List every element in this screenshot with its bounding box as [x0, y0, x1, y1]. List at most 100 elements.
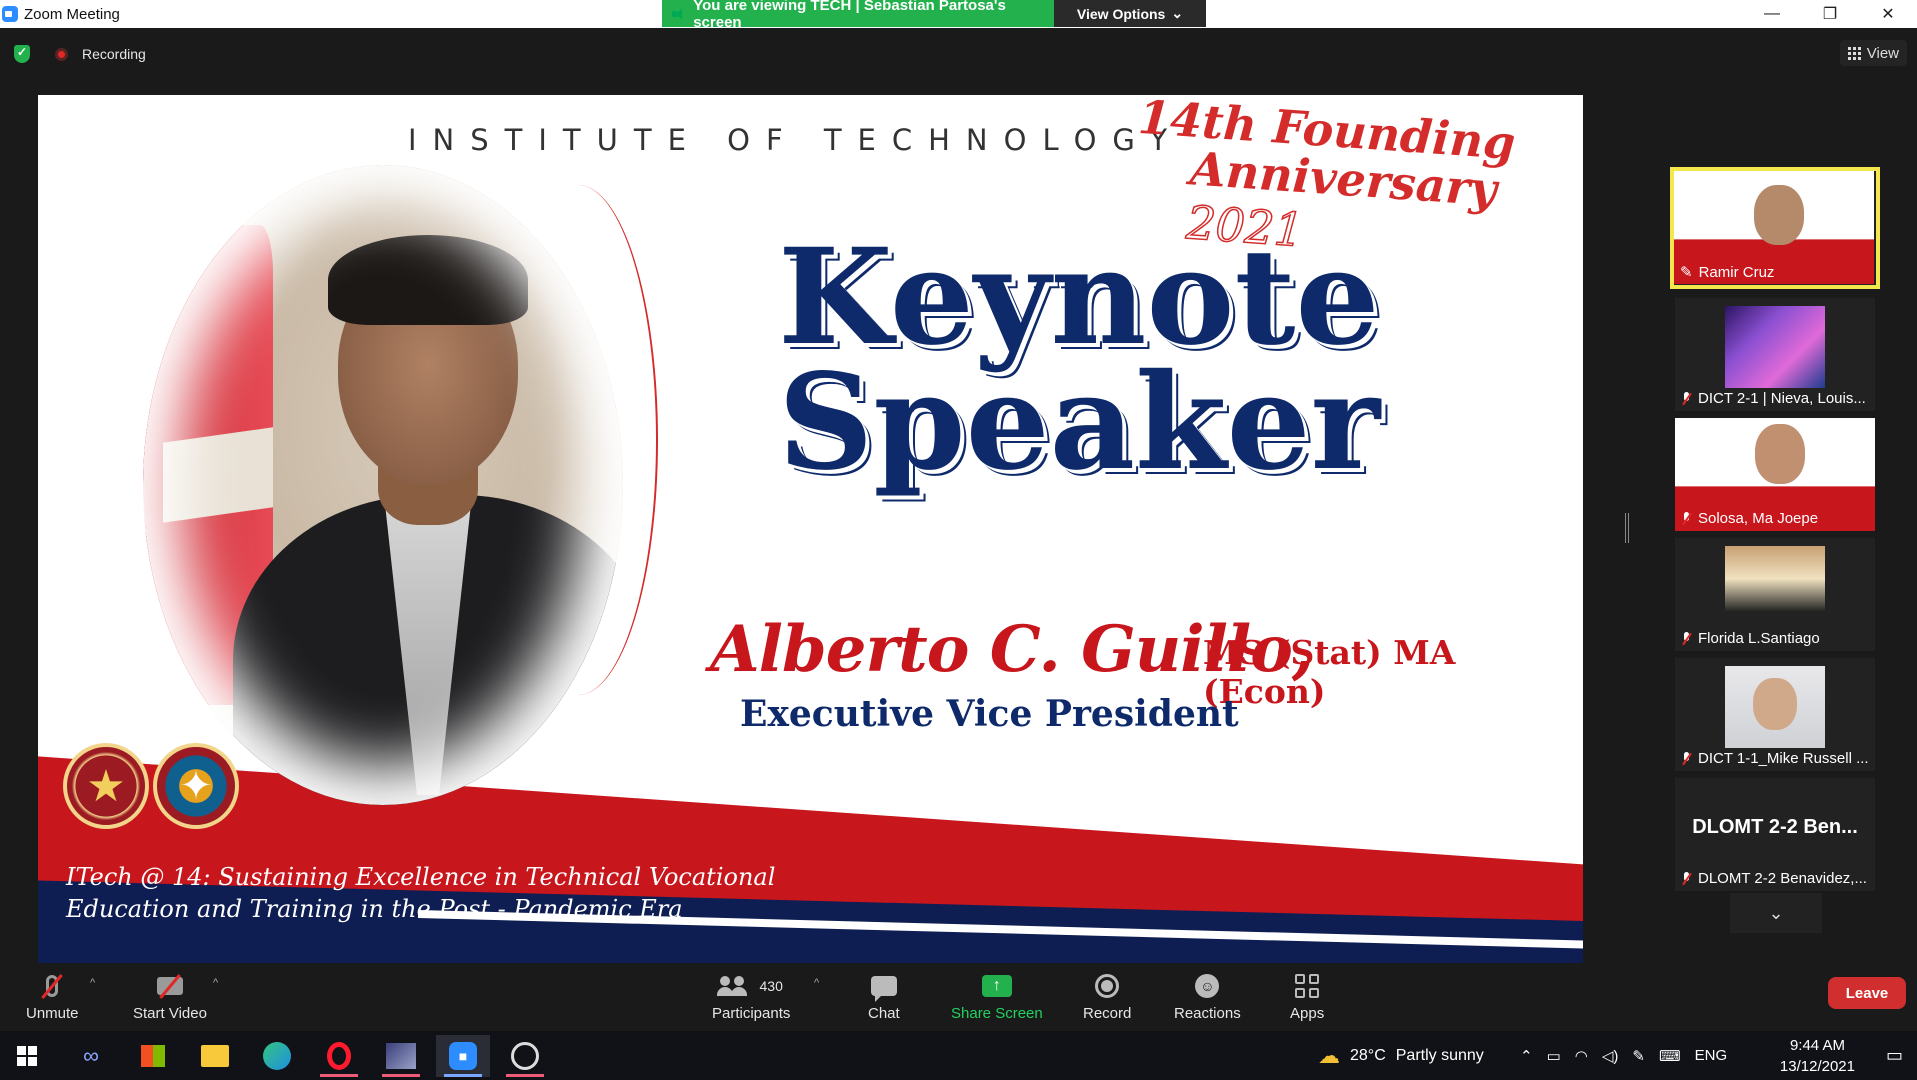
- screen-share-banner: You are viewing TECH | Sebastian Partosa…: [662, 0, 1206, 31]
- apps-label: Apps: [1290, 1005, 1325, 1022]
- mic-muted-icon: [1681, 631, 1692, 646]
- meeting-toolbar: Unmute ^ Start Video ^ 430 Participants …: [0, 963, 1917, 1031]
- minimize-button[interactable]: —: [1743, 0, 1801, 28]
- institute-title: INSTITUTE OF TECHNOLOGY: [408, 123, 1184, 157]
- institute-seal-icon: ✦: [153, 743, 239, 829]
- security-shield-icon[interactable]: [14, 45, 30, 63]
- unmute-button[interactable]: Unmute: [26, 973, 79, 1022]
- slide-tagline: ITech @ 14: Sustaining Excellence in Tec…: [66, 861, 775, 925]
- leave-button[interactable]: Leave: [1828, 977, 1906, 1009]
- zoom-app[interactable]: ■: [436, 1035, 490, 1077]
- participants-button[interactable]: 430 Participants: [712, 973, 790, 1022]
- keyboard-icon[interactable]: ⌨: [1659, 1047, 1681, 1065]
- language-indicator[interactable]: ENG: [1695, 1047, 1728, 1064]
- participant-display-name: DLOMT 2-2 Ben...: [1692, 816, 1858, 838]
- gallery-scroll-down-button[interactable]: ⌄: [1730, 893, 1822, 933]
- weather-widget[interactable]: ☁ 28°C Partly sunny: [1318, 1031, 1484, 1080]
- windows-logo-icon: [17, 1046, 37, 1066]
- view-options-button[interactable]: View Options ⌄: [1054, 0, 1206, 27]
- restore-button[interactable]: ❐: [1801, 0, 1859, 28]
- task-view-button[interactable]: ∞: [64, 1035, 118, 1077]
- file-explorer-app[interactable]: [188, 1035, 242, 1077]
- tagline-line-2: Education and Training in the Post - Pan…: [66, 895, 683, 923]
- start-button[interactable]: [0, 1035, 54, 1077]
- opera-app[interactable]: [312, 1035, 366, 1077]
- reactions-button[interactable]: ☺ Reactions: [1174, 973, 1241, 1022]
- video-camera-icon: [156, 973, 183, 999]
- keynote-heading: Keynote Speaker: [778, 220, 1381, 500]
- participants-options-caret[interactable]: ^: [814, 977, 819, 989]
- show-hidden-icons-icon[interactable]: ⌃: [1520, 1047, 1533, 1065]
- weather-temperature: 28°C: [1350, 1046, 1386, 1064]
- wifi-icon[interactable]: ◠: [1575, 1047, 1588, 1065]
- share-screen-label: Share Screen: [951, 1005, 1043, 1022]
- mic-muted-icon: [1681, 871, 1692, 886]
- recording-icon: [55, 48, 68, 61]
- video-options-caret[interactable]: ^: [213, 977, 218, 989]
- view-button[interactable]: View: [1839, 40, 1907, 66]
- view-label: View: [1866, 44, 1899, 62]
- speaker-photo: [143, 165, 623, 805]
- store-icon: [141, 1045, 165, 1067]
- video-tile[interactable]: DLOMT 2-2 Ben... DLOMT 2-2 Benavidez,...: [1675, 778, 1875, 891]
- participant-face: [1755, 424, 1805, 484]
- panel-resize-handle[interactable]: [1625, 513, 1629, 543]
- chat-button[interactable]: Chat: [868, 973, 900, 1022]
- shared-screen-slide: INSTITUTE OF TECHNOLOGY 14th Founding An…: [38, 95, 1583, 963]
- start-video-label: Start Video: [133, 1005, 207, 1022]
- video-tile[interactable]: DICT 2-1 | Nieva, Louis...: [1675, 298, 1875, 411]
- start-video-button[interactable]: Start Video: [133, 973, 207, 1022]
- record-icon: [1095, 974, 1120, 998]
- mic-icon: [41, 973, 64, 999]
- obs-app[interactable]: [498, 1035, 552, 1077]
- video-tile[interactable]: Solosa, Ma Joepe: [1675, 418, 1875, 531]
- store-app[interactable]: [126, 1035, 180, 1077]
- meeting-info-bar: Recording View: [0, 28, 1917, 80]
- zoom-logo-icon: [2, 6, 18, 22]
- participant-name-row: Florida L.Santiago: [1681, 630, 1820, 647]
- video-tile-active[interactable]: ✎ Ramir Cruz: [1670, 167, 1880, 289]
- participant-name: DLOMT 2-2 Benavidez,...: [1698, 870, 1867, 887]
- smiley-icon: ☺: [1195, 974, 1220, 998]
- share-screen-button[interactable]: ↑ Share Screen: [951, 973, 1043, 1022]
- record-button[interactable]: Record: [1083, 973, 1131, 1022]
- viewing-text: You are viewing TECH | Sebastian Partosa…: [693, 0, 1006, 31]
- video-tile[interactable]: DICT 1-1_Mike Russell ...: [1675, 658, 1875, 771]
- edge-app[interactable]: [250, 1035, 304, 1077]
- view-options-label: View Options: [1076, 5, 1166, 22]
- video-thumbnail-icon: [386, 1043, 416, 1069]
- participant-name-row: Solosa, Ma Joepe: [1681, 510, 1818, 527]
- battery-icon[interactable]: ▭: [1547, 1047, 1561, 1065]
- participant-video: [1725, 306, 1825, 388]
- participants-count: 430: [759, 978, 783, 994]
- keynote-heading-line-1: Keynote: [778, 220, 1380, 375]
- title-bar: Zoom Meeting You are viewing TECH | Seba…: [0, 0, 1917, 31]
- viewing-indicator: You are viewing TECH | Sebastian Partosa…: [662, 0, 1054, 31]
- window-controls: — ❐ ✕: [1743, 0, 1917, 28]
- close-button[interactable]: ✕: [1859, 0, 1917, 28]
- notification-center-icon[interactable]: ▭: [1886, 1031, 1903, 1080]
- video-tile[interactable]: Florida L.Santiago: [1675, 538, 1875, 651]
- participant-face: [1754, 185, 1804, 245]
- recording-label: Recording: [82, 46, 146, 62]
- record-label: Record: [1083, 1005, 1132, 1022]
- audio-options-caret[interactable]: ^: [90, 977, 95, 989]
- mic-muted-icon: [1681, 751, 1692, 766]
- clock[interactable]: 9:44 AM 13/12/2021: [1780, 1035, 1855, 1077]
- share-screen-icon: ↑: [981, 975, 1012, 997]
- chevron-down-icon: ⌄: [1768, 902, 1784, 923]
- edge-icon: [263, 1042, 291, 1070]
- reactions-label: Reactions: [1174, 1005, 1241, 1022]
- keynote-heading-line-2: Speaker: [778, 345, 1381, 500]
- participant-video: [1725, 546, 1825, 628]
- photo-vignette: [143, 165, 623, 805]
- video-app[interactable]: [374, 1035, 428, 1077]
- infinity-icon: ∞: [83, 1043, 99, 1068]
- pen-icon[interactable]: ✎: [1632, 1047, 1645, 1065]
- participant-name: Solosa, Ma Joepe: [1698, 510, 1819, 527]
- chat-icon: [870, 976, 897, 1002]
- apps-button[interactable]: Apps: [1290, 973, 1324, 1022]
- participant-name: DICT 2-1 | Nieva, Louis...: [1698, 390, 1866, 407]
- unmute-label: Unmute: [26, 1005, 79, 1022]
- volume-icon[interactable]: ◁): [1602, 1047, 1619, 1065]
